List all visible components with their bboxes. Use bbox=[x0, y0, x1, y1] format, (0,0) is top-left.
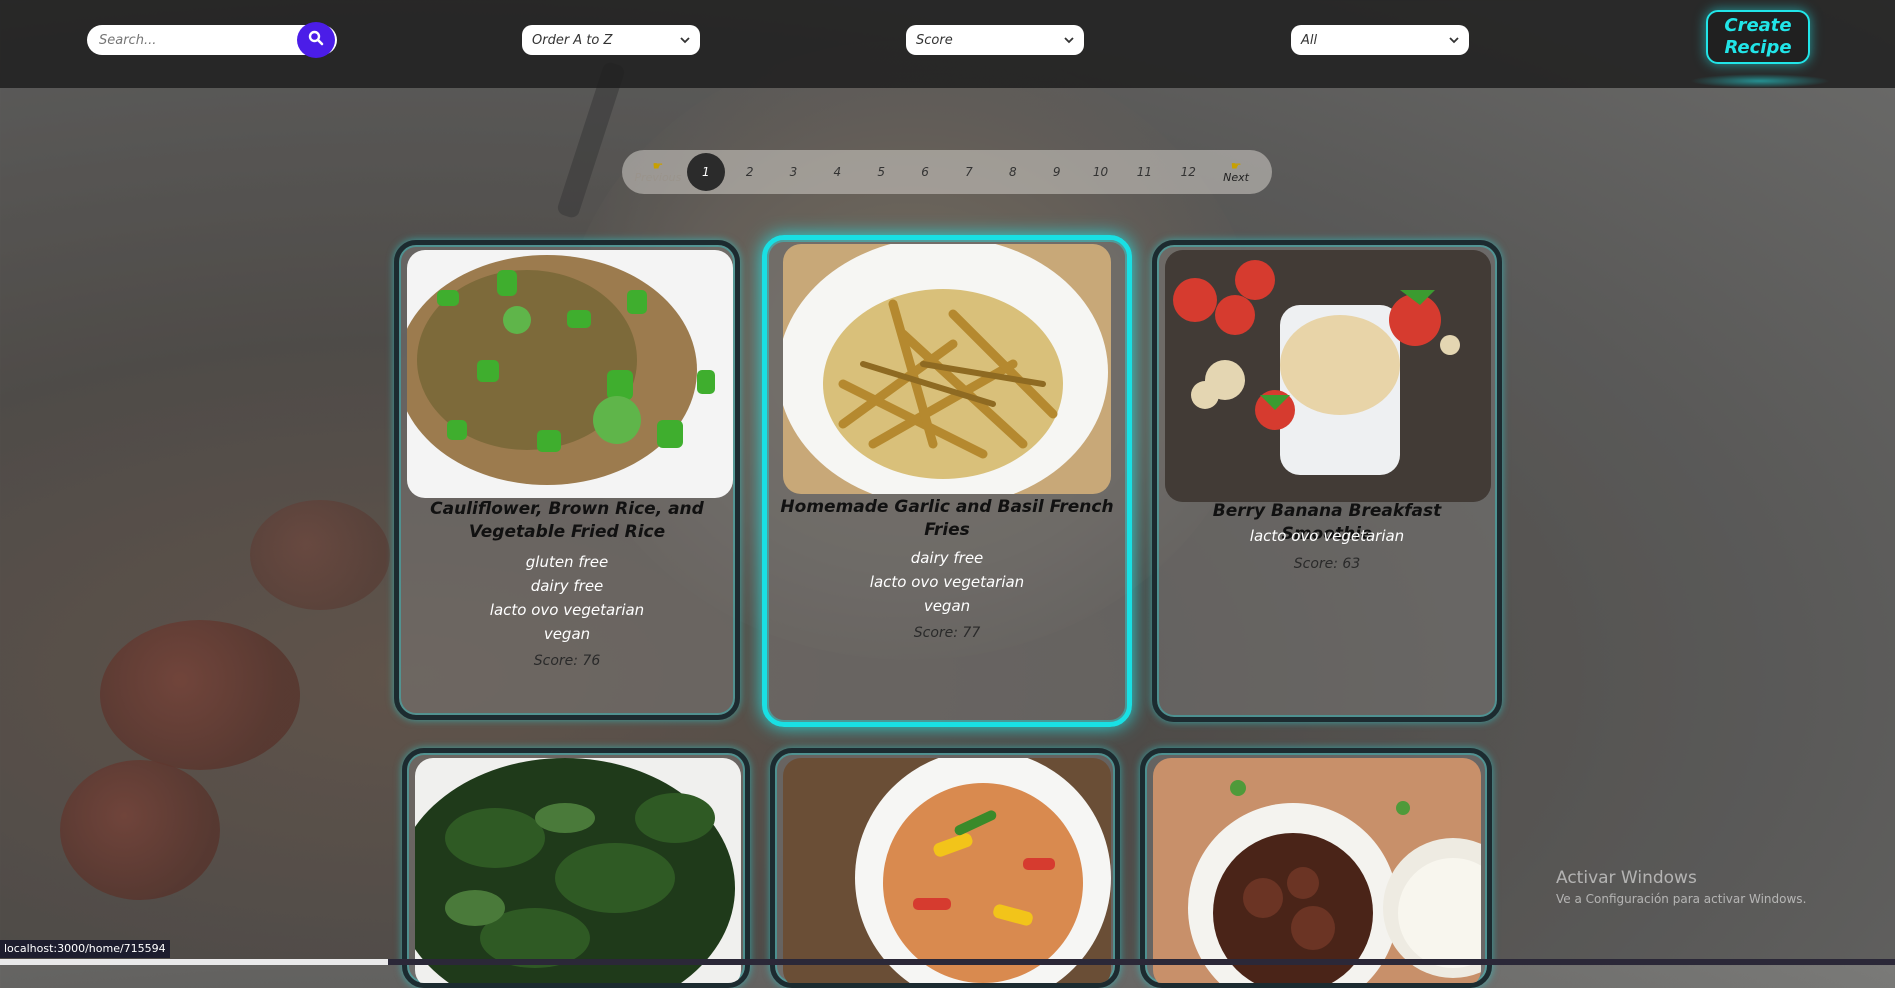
create-button-glow bbox=[1690, 74, 1830, 88]
recipe-title[interactable]: Cauliflower, Brown Rice, and Vegetable F… bbox=[407, 498, 727, 544]
create-recipe-label-line1: Create bbox=[1724, 15, 1792, 36]
sort-order-value: Order A to Z bbox=[532, 32, 613, 48]
page-button-5[interactable]: 5 bbox=[859, 165, 903, 179]
watermark-subtitle: Ve a Configuración para activar Windows. bbox=[1556, 892, 1807, 906]
windows-activation-watermark: Activar Windows Ve a Configuración para … bbox=[1556, 868, 1806, 906]
create-recipe-button[interactable]: Create Recipe bbox=[1706, 10, 1810, 64]
chevron-down-icon bbox=[1449, 33, 1459, 48]
diet-tag: lacto ovo vegetarian bbox=[489, 601, 645, 619]
score-select[interactable]: Score bbox=[906, 25, 1084, 55]
page-button-6[interactable]: 6 bbox=[903, 165, 947, 179]
recipe-card[interactable] bbox=[1140, 748, 1492, 988]
recipe-score: Score: 77 bbox=[913, 625, 981, 641]
recipe-card[interactable] bbox=[402, 748, 750, 988]
page-button-11[interactable]: 11 bbox=[1122, 165, 1166, 179]
recipe-diet-list: lacto ovo vegetarian bbox=[1165, 524, 1489, 548]
recipe-card[interactable] bbox=[770, 748, 1120, 988]
chevron-down-icon bbox=[1064, 33, 1074, 48]
top-navbar: Order A to Z Score All CreateRecipe bbox=[0, 0, 1895, 88]
search-button[interactable] bbox=[297, 22, 335, 58]
create-recipe-label-line2: Recipe bbox=[1724, 37, 1792, 58]
next-page-button[interactable]: ☛ Next bbox=[1210, 160, 1262, 184]
page-button-10[interactable]: 10 bbox=[1079, 165, 1123, 179]
recipe-score: Score: 63 bbox=[1293, 556, 1361, 572]
diet-filter-select[interactable]: All bbox=[1291, 25, 1469, 55]
recipe-card[interactable]: Homemade Garlic and Basil French Fries d… bbox=[762, 235, 1132, 727]
video-progress-fill bbox=[0, 959, 388, 965]
recipe-image-kale[interactable] bbox=[415, 758, 741, 983]
watermark-title: Activar Windows bbox=[1556, 868, 1697, 888]
page-button-2[interactable]: 2 bbox=[728, 165, 772, 179]
next-page-label: Next bbox=[1223, 171, 1249, 184]
pagination: ☛ Previous 1 2 3 4 5 6 7 8 9 10 11 12 ☛ … bbox=[622, 150, 1272, 194]
recipe-image-fried-rice[interactable] bbox=[407, 250, 733, 498]
recipe-image-stew[interactable] bbox=[1153, 758, 1481, 983]
sort-order-select[interactable]: Order A to Z bbox=[522, 25, 700, 55]
diet-tag: dairy free bbox=[530, 577, 604, 595]
recipe-card[interactable]: Cauliflower, Brown Rice, and Vegetable F… bbox=[394, 240, 740, 720]
recipe-image-smoothie[interactable] bbox=[1165, 250, 1491, 502]
page-button-1[interactable]: 1 bbox=[686, 153, 725, 191]
page-button-7[interactable]: 7 bbox=[947, 165, 991, 179]
recipe-image-french-fries[interactable] bbox=[783, 244, 1111, 494]
video-progress-bar bbox=[0, 959, 1895, 965]
page-button-12[interactable]: 12 bbox=[1166, 165, 1210, 179]
score-select-value: Score bbox=[916, 32, 953, 48]
search-icon bbox=[308, 30, 324, 50]
recipe-title[interactable]: Homemade Garlic and Basil French Fries bbox=[775, 496, 1119, 542]
chevron-down-icon bbox=[680, 33, 690, 48]
browser-status-url: localhost:3000/home/715594 bbox=[0, 940, 170, 958]
page-button-4[interactable]: 4 bbox=[815, 165, 859, 179]
diet-tag: gluten free bbox=[525, 553, 609, 571]
recipe-card[interactable]: Berry Banana Breakfast Smoothie lacto ov… bbox=[1152, 240, 1502, 722]
recipe-score: Score: 76 bbox=[533, 653, 601, 669]
diet-tag: vegan bbox=[923, 597, 971, 615]
recipe-diet-list: gluten free dairy free lacto ovo vegetar… bbox=[407, 550, 727, 646]
page-button-8[interactable]: 8 bbox=[991, 165, 1035, 179]
recipe-diet-list: dairy free lacto ovo vegetarian vegan bbox=[775, 546, 1119, 618]
diet-tag: vegan bbox=[543, 625, 591, 643]
page-button-9[interactable]: 9 bbox=[1035, 165, 1079, 179]
diet-tag: dairy free bbox=[910, 549, 984, 567]
diet-filter-value: All bbox=[1301, 32, 1318, 48]
search-input[interactable] bbox=[87, 25, 297, 55]
page-button-3[interactable]: 3 bbox=[772, 165, 816, 179]
previous-page-button[interactable]: ☛ Previous bbox=[632, 160, 684, 184]
recipe-image-curry[interactable] bbox=[783, 758, 1111, 983]
diet-tag: lacto ovo vegetarian bbox=[869, 573, 1025, 591]
diet-tag: lacto ovo vegetarian bbox=[1249, 527, 1405, 545]
previous-page-label: Previous bbox=[634, 171, 682, 184]
